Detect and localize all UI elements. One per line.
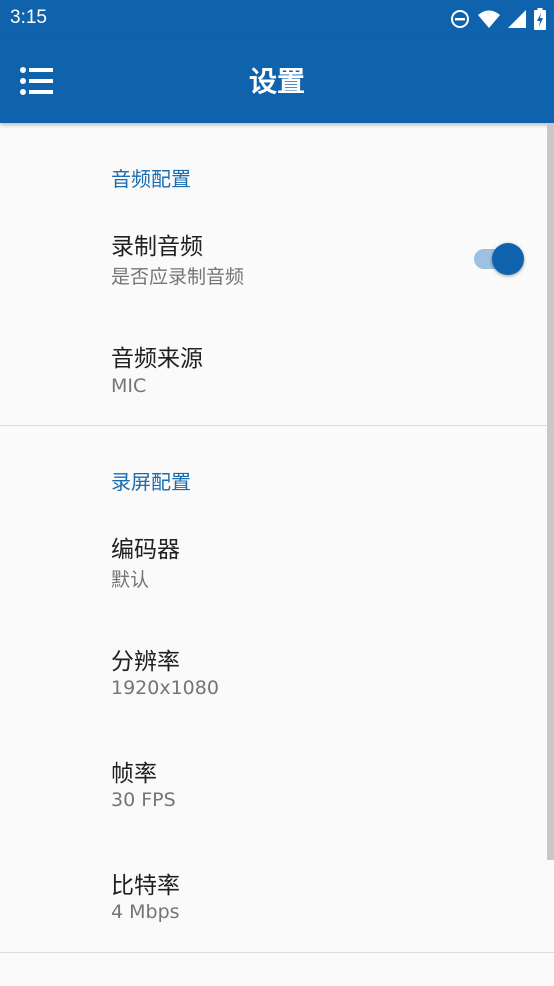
- pref-summary: MIC: [111, 375, 147, 397]
- pref-frame-rate[interactable]: 帧率 30 FPS: [0, 730, 547, 842]
- pref-summary: 1920x1080: [111, 677, 219, 699]
- pref-title: 分辨率: [111, 649, 180, 675]
- page-title: 设置: [248, 65, 305, 98]
- pref-summary: 4 Mbps: [111, 901, 180, 923]
- pref-summary: 30 FPS: [111, 789, 176, 811]
- do-not-disturb-icon: [451, 10, 469, 28]
- pref-title: 比特率: [111, 873, 180, 899]
- status-time: 3:15: [10, 7, 47, 28]
- signal-icon: [508, 10, 526, 28]
- section-header-screen-record: 录屏配置: [111, 470, 191, 494]
- pref-summary: 默认: [111, 569, 150, 591]
- scrollbar[interactable]: [547, 123, 554, 860]
- battery-charging-icon: [534, 8, 546, 30]
- wifi-icon: [478, 10, 500, 28]
- pref-encoder[interactable]: 编码器 默认: [0, 506, 547, 618]
- pref-title: 音频来源: [111, 346, 203, 372]
- pref-summary: 是否应录制音频: [111, 266, 245, 288]
- settings-list: 音频配置 录制音频 是否应录制音频 音频来源 MIC 录屏配置 编码器 默认 分…: [0, 123, 554, 986]
- status-icons: [450, 7, 546, 31]
- pref-record-audio[interactable]: 录制音频 是否应录制音频: [0, 203, 547, 313]
- app-bar: 设置: [0, 38, 554, 123]
- pref-title: 录制音频: [111, 234, 203, 260]
- record-audio-switch[interactable]: [472, 239, 526, 279]
- pref-title: 编码器: [111, 537, 180, 563]
- pref-title: 帧率: [111, 761, 157, 787]
- pref-audio-source[interactable]: 音频来源 MIC: [0, 313, 547, 425]
- section-header-audio: 音频配置: [111, 167, 191, 191]
- section-divider: [0, 425, 554, 426]
- section-divider: [0, 952, 554, 953]
- switch-thumb: [492, 243, 524, 275]
- pref-bitrate[interactable]: 比特率 4 Mbps: [0, 842, 547, 952]
- pref-resolution[interactable]: 分辨率 1920x1080: [0, 618, 547, 730]
- status-bar: 3:15: [0, 0, 554, 38]
